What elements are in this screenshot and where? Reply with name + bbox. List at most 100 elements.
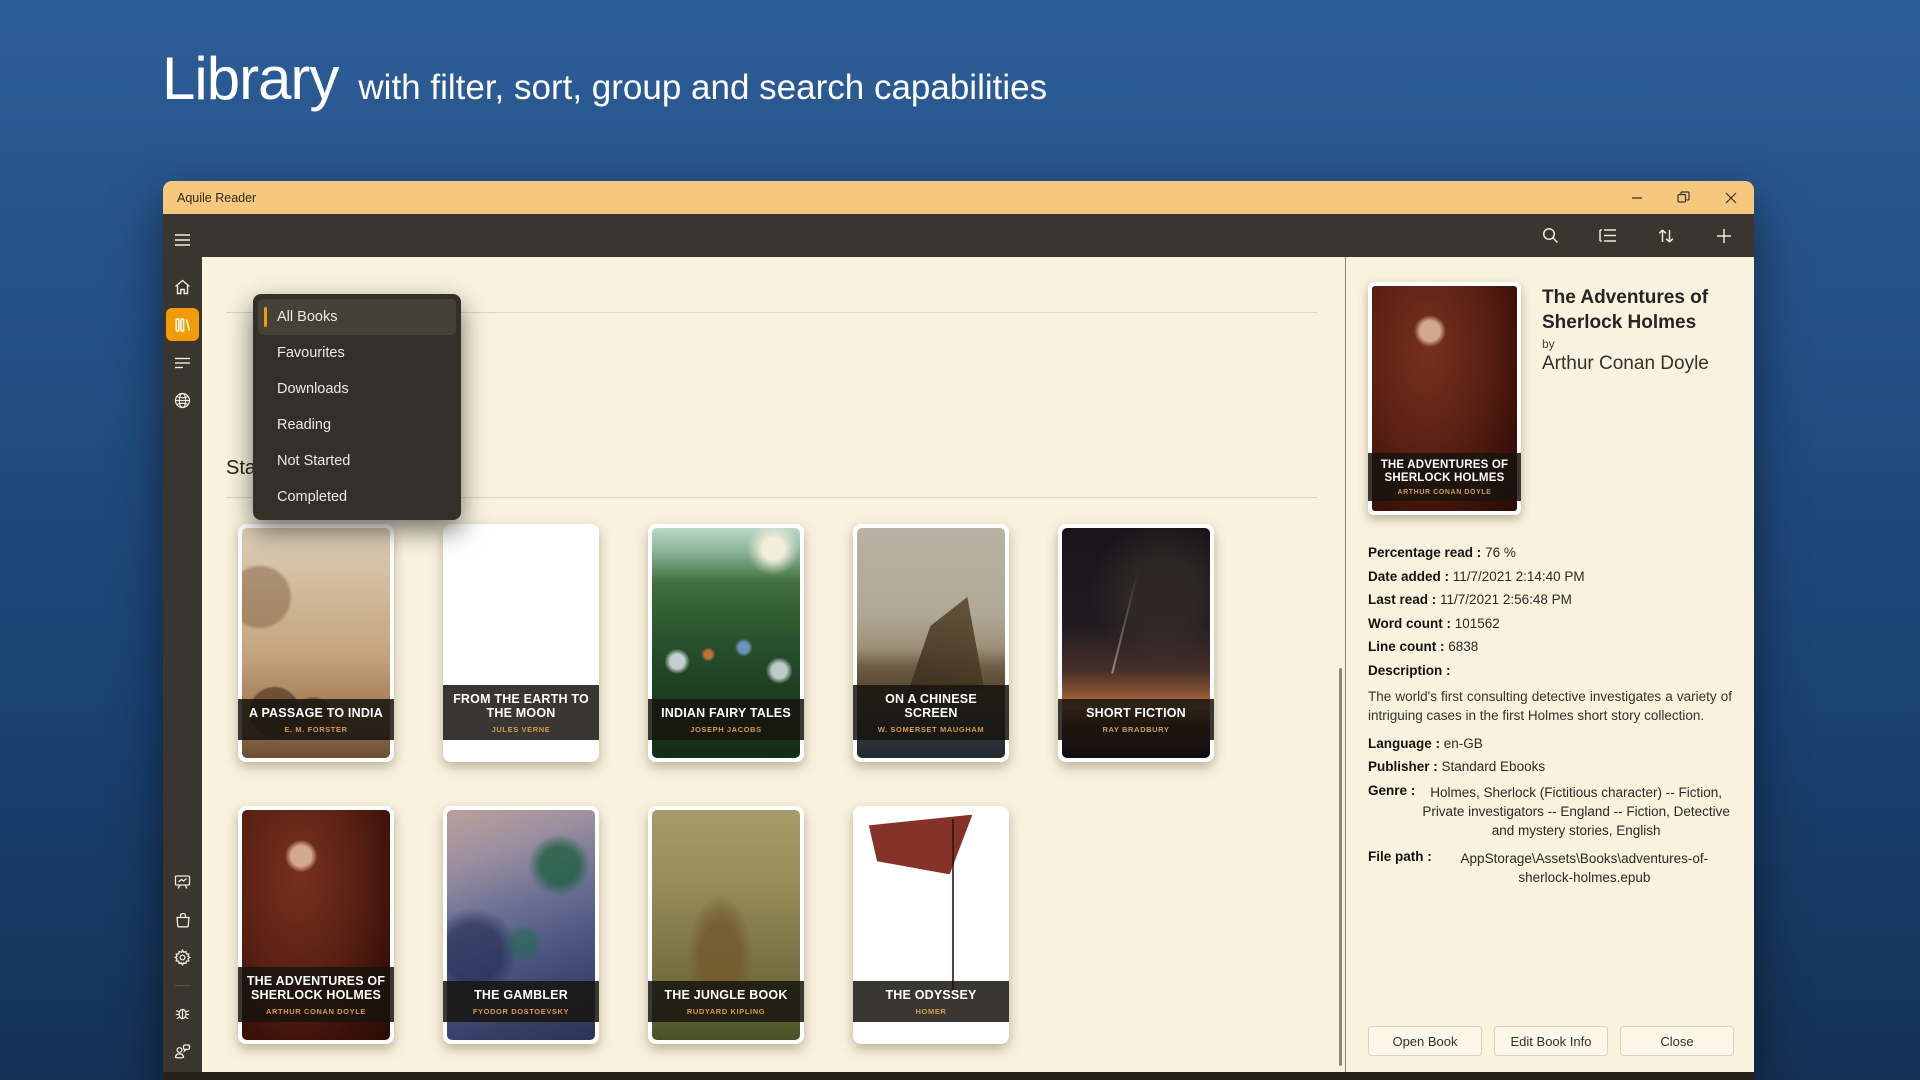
book-title: THE ADVENTURES OF SHERLOCK HOLMES <box>242 974 390 1004</box>
sort-arrows-icon <box>1657 228 1675 244</box>
book-cover[interactable]: ON A CHINESE SCREEN W. SOMERSET MAUGHAM <box>853 524 1009 762</box>
presentation-chart-icon <box>174 874 191 890</box>
book-author: E. M. FORSTER <box>242 725 390 734</box>
sidebar-item-stats[interactable] <box>166 865 199 898</box>
page-heading: Library with filter, sort, group and sea… <box>162 44 1047 113</box>
sidebar-item-web[interactable] <box>166 384 199 417</box>
details-fields: Percentage read : 76 % Date added : 11/7… <box>1368 545 1732 887</box>
book-title: FROM THE EARTH TO THE MOON <box>447 692 595 722</box>
restore-icon <box>1677 191 1690 204</box>
search-button[interactable] <box>1534 220 1566 252</box>
menu-item-not-started[interactable]: Not Started <box>258 443 456 479</box>
sort-button[interactable] <box>1650 220 1682 252</box>
sidebar-item-debug[interactable] <box>166 996 199 1029</box>
plus-icon <box>1716 228 1732 244</box>
add-book-button[interactable] <box>1708 220 1740 252</box>
book-title: SHORT FICTION <box>1062 706 1210 721</box>
book-title: THE ODYSSEY <box>857 988 1005 1003</box>
sidebar-item-settings[interactable] <box>166 941 199 974</box>
detail-word-count: Word count : 101562 <box>1368 616 1732 631</box>
book-author: JULES VERNE <box>447 725 595 734</box>
book-author: RAY BRADBURY <box>1062 725 1210 734</box>
minimize-button[interactable] <box>1613 181 1660 214</box>
book-title: INDIAN FAIRY TALES <box>652 706 800 721</box>
close-icon <box>1725 192 1737 204</box>
sidebar-item-store[interactable] <box>166 903 199 936</box>
menu-item-reading[interactable]: Reading <box>258 407 456 443</box>
detail-publisher: Publisher : Standard Ebooks <box>1368 759 1732 774</box>
book-details-panel: THE ADVENTURES OF SHERLOCK HOLMESARTHUR … <box>1345 257 1754 1072</box>
book-title: THE JUNGLE BOOK <box>652 988 800 1003</box>
close-button[interactable] <box>1707 181 1754 214</box>
details-book-cover: THE ADVENTURES OF SHERLOCK HOLMESARTHUR … <box>1368 282 1521 515</box>
hamburger-menu-button[interactable] <box>166 223 199 256</box>
selected-indicator <box>264 307 267 327</box>
book-shelf-row-2: THE ADVENTURES OF SHERLOCK HOLMES ARTHUR … <box>238 806 1009 1044</box>
close-panel-button[interactable]: Close <box>1620 1026 1734 1056</box>
detail-file-path: File path : AppStorage\Assets\Books\adve… <box>1368 849 1732 887</box>
shopping-bag-icon <box>175 912 191 928</box>
app-window: Aquile Reader <box>163 181 1754 1080</box>
sidebar <box>163 214 202 1072</box>
book-cover[interactable]: INDIAN FAIRY TALES JOSEPH JACOBS <box>648 524 804 762</box>
open-book-button[interactable]: Open Book <box>1368 1026 1482 1056</box>
grouped-list-icon <box>1599 228 1617 243</box>
book-author: JOSEPH JACOBS <box>652 725 800 734</box>
filter-dropdown: All Books Favourites Downloads Reading N… <box>253 294 461 520</box>
detail-line-count: Line count : 6838 <box>1368 639 1732 654</box>
edit-book-info-button[interactable]: Edit Book Info <box>1494 1026 1608 1056</box>
detail-percentage-read: Percentage read : 76 % <box>1368 545 1732 560</box>
bug-icon <box>174 1005 191 1021</box>
minimize-icon <box>1631 192 1643 204</box>
person-feedback-icon <box>174 1043 191 1059</box>
library-books-icon <box>175 317 191 333</box>
book-cover[interactable]: FROM THE EARTH TO THE MOON JULES VERNE <box>443 524 599 762</box>
book-author: ARTHUR CONAN DOYLE <box>242 1007 390 1016</box>
book-author: RUDYARD KIPLING <box>652 1007 800 1016</box>
details-title: The Adventures of Sherlock Holmes <box>1542 285 1732 335</box>
detail-last-read: Last read : 11/7/2021 2:56:48 PM <box>1368 592 1732 607</box>
book-cover[interactable]: A PASSAGE TO INDIA E. M. FORSTER <box>238 524 394 762</box>
lines-icon <box>174 357 191 369</box>
book-title: A PASSAGE TO INDIA <box>242 706 390 721</box>
menu-item-favourites[interactable]: Favourites <box>258 335 456 371</box>
sidebar-item-home[interactable] <box>166 270 199 303</box>
detail-language: Language : en-GB <box>1368 736 1732 751</box>
book-cover[interactable]: THE ODYSSEY HOMER <box>853 806 1009 1044</box>
menu-item-downloads[interactable]: Downloads <box>258 371 456 407</box>
maximize-button[interactable] <box>1660 181 1707 214</box>
page-title: Library <box>162 44 338 113</box>
description-text: The world's first consulting detective i… <box>1368 687 1732 725</box>
page-subtitle: with filter, sort, group and search capa… <box>358 68 1047 108</box>
app-title: Aquile Reader <box>177 191 256 205</box>
details-actions: Open Book Edit Book Info Close <box>1368 1026 1734 1056</box>
globe-icon <box>174 392 191 409</box>
sidebar-item-lists[interactable] <box>166 346 199 379</box>
details-by-label: by <box>1542 337 1732 351</box>
book-cover[interactable]: THE ADVENTURES OF SHERLOCK HOLMES ARTHUR … <box>238 806 394 1044</box>
menu-item-all-books[interactable]: All Books <box>258 299 456 335</box>
window-bottom-edge <box>163 1072 1754 1080</box>
description-label: Description : <box>1368 663 1732 678</box>
detail-date-added: Date added : 11/7/2021 2:14:40 PM <box>1368 569 1732 584</box>
book-title: THE GAMBLER <box>447 988 595 1003</box>
sidebar-item-feedback[interactable] <box>166 1034 199 1067</box>
sidebar-item-library[interactable] <box>166 308 199 341</box>
titlebar: Aquile Reader <box>163 181 1754 214</box>
book-cover[interactable]: SHORT FICTION RAY BRADBURY <box>1058 524 1214 762</box>
search-icon <box>1542 227 1559 244</box>
book-shelf-row-1: A PASSAGE TO INDIA E. M. FORSTER FROM THE… <box>238 524 1214 762</box>
group-view-button[interactable] <box>1592 220 1624 252</box>
book-cover[interactable]: THE JUNGLE BOOK RUDYARD KIPLING <box>648 806 804 1044</box>
book-title: ON A CHINESE SCREEN <box>857 692 1005 722</box>
detail-genre: Genre : Holmes, Sherlock (Fictitious cha… <box>1368 783 1732 840</box>
details-author: Arthur Conan Doyle <box>1542 353 1732 375</box>
book-author: FYODOR DOSTOEVSKY <box>447 1007 595 1016</box>
menu-item-completed[interactable]: Completed <box>258 479 456 515</box>
home-icon <box>174 279 191 295</box>
book-author: W. SOMERSET MAUGHAM <box>857 725 1005 734</box>
vertical-scrollbar[interactable] <box>1339 668 1342 1066</box>
book-author: HOMER <box>857 1007 1005 1016</box>
book-cover[interactable]: THE GAMBLER FYODOR DOSTOEVSKY <box>443 806 599 1044</box>
hamburger-icon <box>174 233 191 247</box>
